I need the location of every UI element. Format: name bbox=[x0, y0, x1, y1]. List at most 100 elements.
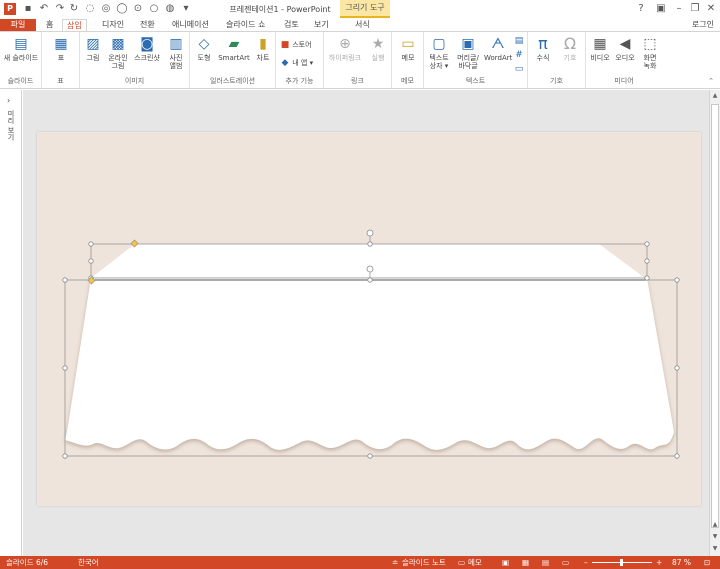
group-addins: ■ 스토어 ◆ 내 앱 ▾ 추가 기능 bbox=[276, 32, 324, 88]
photo-album-button[interactable]: ▥ 사진 앨범 bbox=[164, 35, 188, 70]
video-button[interactable]: ▦ 비디오 bbox=[588, 35, 612, 62]
zoom-slider-knob[interactable] bbox=[620, 559, 623, 566]
scroll-prev-slide-icon[interactable]: ▲ bbox=[710, 520, 720, 530]
rotation-handle-top[interactable] bbox=[366, 229, 374, 237]
restore-button[interactable]: ❐ bbox=[688, 2, 702, 16]
tablecloth-shape[interactable] bbox=[65, 278, 674, 450]
group-label-media: 미디어 bbox=[614, 77, 634, 85]
scroll-down-icon[interactable]: ▼ bbox=[710, 544, 720, 554]
table-icon: ▦ bbox=[54, 36, 68, 52]
slide-sorter-icon[interactable]: ▦ bbox=[522, 556, 529, 569]
close-button[interactable]: ✕ bbox=[704, 2, 718, 16]
equation-button[interactable]: π 수식 bbox=[530, 34, 556, 63]
new-slide-icon: ▤ bbox=[14, 36, 28, 52]
slideshow-icon[interactable]: ▭ bbox=[562, 556, 569, 569]
group-links: ⊕ 하이퍼링크 ★ 실행 링크 bbox=[324, 32, 392, 88]
slide-counter: 슬라이드 6/6 bbox=[6, 558, 49, 567]
comment-button[interactable]: ▭ 메모 bbox=[396, 35, 420, 62]
notes-button[interactable]: 슬라이드 노트 bbox=[402, 556, 446, 569]
hyperlink-button[interactable]: ⊕ 하이퍼링크 bbox=[326, 35, 364, 62]
date-time-icon[interactable]: ▤ bbox=[514, 36, 524, 46]
new-slide-button[interactable]: ▤ 새 슬라이드 bbox=[2, 35, 40, 62]
fit-to-window-icon[interactable]: ⊡ bbox=[704, 556, 710, 569]
drawing-tools-context: 그리기 도구 bbox=[340, 0, 390, 18]
online-picture-icon: ▩ bbox=[111, 36, 125, 52]
slide-workarea bbox=[23, 90, 709, 556]
slide-number-icon[interactable]: # bbox=[514, 50, 524, 60]
trapezoid-shape[interactable] bbox=[91, 244, 645, 278]
store-icon: ■ bbox=[280, 40, 290, 50]
comments-button[interactable]: 메모 bbox=[468, 556, 482, 569]
group-label-tables: 표 bbox=[57, 77, 64, 85]
expand-pane-icon[interactable]: › bbox=[7, 96, 10, 105]
slide-canvas[interactable] bbox=[37, 132, 701, 506]
comment-icon: ▭ bbox=[401, 36, 415, 52]
my-apps-button[interactable]: ◆ 내 앱 ▾ bbox=[280, 58, 314, 68]
photo-album-icon: ▥ bbox=[169, 36, 183, 52]
zoom-level[interactable]: 87 % bbox=[672, 556, 691, 569]
group-slides: ▤ 새 슬라이드 슬라이드 bbox=[0, 32, 42, 88]
help-button[interactable]: ? bbox=[634, 2, 648, 16]
ribbon-display-icon[interactable]: ▣ bbox=[654, 2, 668, 16]
scroll-thumb[interactable] bbox=[711, 104, 719, 528]
wordart-button[interactable]: ᗅ WordArt bbox=[484, 35, 512, 62]
speaker-icon: ◀ bbox=[619, 36, 631, 52]
group-illustrations: ◇ 도형 ▰ SmartArt ▮ 차트 일러스트레이션 bbox=[190, 32, 276, 88]
textbox-button[interactable]: ▢ 텍스트 상자 ▾ bbox=[426, 35, 452, 70]
smartart-icon: ▰ bbox=[228, 36, 240, 52]
picture-button[interactable]: ▨ 그림 bbox=[82, 35, 104, 62]
screenshot-button[interactable]: ◙ 스크린샷 bbox=[132, 35, 162, 62]
pi-icon: π bbox=[538, 34, 548, 53]
group-images: ▨ 그림 ▩ 온라인 그림 ◙ 스크린샷 ▥ 사진 앨범 이미지 bbox=[80, 32, 190, 88]
textbox-icon: ▢ bbox=[432, 36, 446, 52]
omega-icon: Ω bbox=[563, 34, 577, 53]
group-tables: ▦ 표 표 bbox=[42, 32, 80, 88]
header-footer-button[interactable]: ▣ 머리글/ 바닥글 bbox=[454, 35, 482, 70]
zoom-in-icon[interactable]: + bbox=[656, 556, 662, 569]
camera-icon: ◙ bbox=[140, 36, 154, 52]
notes-icon: ≐ bbox=[392, 558, 399, 567]
group-label-images: 이미지 bbox=[124, 77, 145, 85]
object-icon[interactable]: ▭ bbox=[514, 64, 524, 74]
group-comments: ▭ 메모 메모 bbox=[392, 32, 424, 88]
scroll-up-icon[interactable]: ▲ bbox=[710, 91, 720, 101]
collapse-ribbon-icon[interactable]: ⌃ bbox=[708, 77, 714, 85]
chart-button[interactable]: ▮ 차트 bbox=[252, 35, 274, 62]
shapes-icon: ◇ bbox=[198, 36, 210, 52]
group-label-addins: 추가 기능 bbox=[285, 77, 314, 85]
audio-button[interactable]: ◀ 오디오 bbox=[613, 35, 637, 62]
group-text: ▢ 텍스트 상자 ▾ ▣ 머리글/ 바닥글 ᗅ WordArt ▤ # ▭ 텍스… bbox=[424, 32, 528, 88]
symbol-button[interactable]: Ω 기호 bbox=[558, 34, 582, 63]
status-bar: 슬라이드 6/6 한국어 ≐ 슬라이드 노트 ▭ 메모 ▣ ▦ ▤ ▭ – + … bbox=[0, 556, 720, 569]
group-symbols: π 수식 Ω 기호 기호 bbox=[528, 32, 586, 88]
group-media: ▦ 비디오 ◀ 오디오 ⬚ 화면 녹화 미디어 bbox=[586, 32, 662, 88]
minimize-button[interactable]: – bbox=[672, 2, 686, 16]
my-apps-icon: ◆ bbox=[281, 58, 289, 68]
scroll-next-slide-icon[interactable]: ▼ bbox=[710, 532, 720, 542]
group-label-links: 링크 bbox=[351, 77, 364, 85]
reading-view-icon[interactable]: ▤ bbox=[542, 556, 549, 569]
picture-icon: ▨ bbox=[86, 36, 100, 52]
thumbnail-label[interactable]: 미리 보기 bbox=[6, 110, 16, 140]
store-button[interactable]: ■ 스토어 bbox=[280, 40, 312, 50]
zoom-out-icon[interactable]: – bbox=[584, 556, 588, 569]
rotation-handle-main[interactable] bbox=[366, 265, 374, 273]
group-label-symbols: 기호 bbox=[550, 77, 563, 85]
table-button[interactable]: ▦ 표 bbox=[48, 35, 74, 62]
normal-view-icon[interactable]: ▣ bbox=[502, 556, 509, 569]
vertical-scrollbar[interactable]: ▲ ▲ ▼ ▼ bbox=[709, 90, 720, 556]
language-status[interactable]: 한국어 bbox=[78, 556, 99, 569]
header-footer-icon: ▣ bbox=[461, 36, 475, 52]
group-label-text: 텍스트 bbox=[465, 77, 486, 85]
screen-recording-button[interactable]: ⬚ 화면 녹화 bbox=[638, 35, 662, 70]
online-picture-button[interactable]: ▩ 온라인 그림 bbox=[106, 35, 130, 70]
hyperlink-icon: ⊕ bbox=[339, 36, 351, 52]
login-link[interactable]: 로그인 bbox=[692, 19, 714, 30]
action-button[interactable]: ★ 실행 bbox=[366, 35, 390, 62]
chart-icon: ▮ bbox=[259, 36, 267, 52]
screen-recording-icon: ⬚ bbox=[643, 36, 657, 52]
ribbon-tabs: 파일 홈 삽입 디자인 전환 애니메이션 슬라이드 쇼 검토 보기 서식 로그인 bbox=[0, 18, 720, 32]
shapes-button[interactable]: ◇ 도형 bbox=[192, 35, 216, 62]
smartart-button[interactable]: ▰ SmartArt bbox=[218, 35, 250, 62]
window-title: 프레젠테이션1 - PowerPoint bbox=[229, 5, 331, 14]
